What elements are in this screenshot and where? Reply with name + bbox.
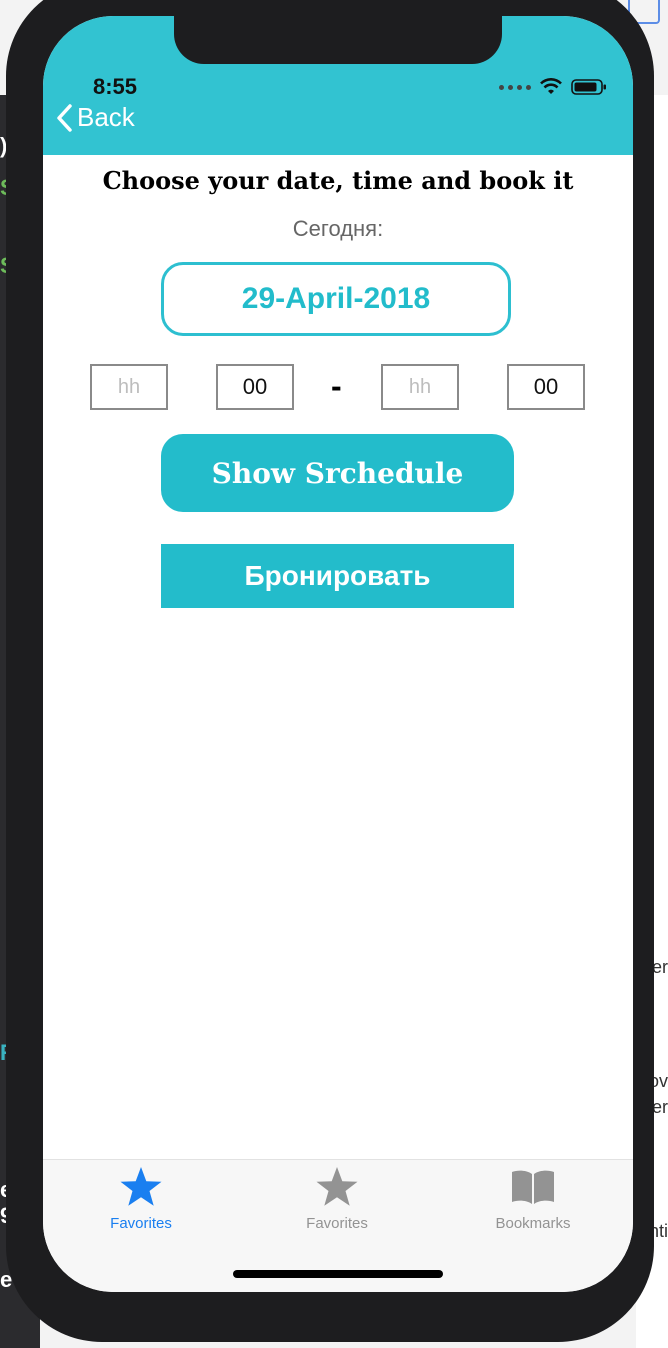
end-hour-input[interactable]: hh	[381, 364, 459, 410]
start-minute-input[interactable]: 00	[216, 364, 294, 410]
phone-notch	[174, 16, 502, 64]
star-icon	[316, 1167, 358, 1206]
book-button[interactable]: Бронировать	[161, 544, 514, 608]
chevron-left-icon	[57, 103, 72, 132]
tab-label: Bookmarks	[495, 1215, 571, 1232]
home-indicator	[233, 1270, 443, 1278]
phone-screen: 8:55 Back Choose your date, time and boo…	[43, 16, 633, 1292]
tab-bar: Favorites Favorites Bookmarks	[43, 1159, 633, 1292]
end-minute-input[interactable]: 00	[507, 364, 585, 410]
inspector-fragment: er	[651, 957, 668, 977]
page-title: Choose your date, time and book it	[102, 166, 574, 195]
time-separator: -	[331, 368, 342, 404]
battery-icon	[571, 79, 606, 95]
wifi-icon	[540, 78, 562, 94]
tab-bookmarks[interactable]: Bookmarks	[453, 1166, 613, 1232]
date-picker-field[interactable]: 29-April-2018	[161, 262, 511, 336]
status-time: 8:55	[93, 74, 138, 99]
book-icon	[512, 1170, 554, 1204]
tab-label: Favorites	[306, 1215, 368, 1232]
inspector-fragment: er	[651, 1097, 668, 1117]
back-button[interactable]: Back	[55, 102, 135, 133]
tab-favorites-active[interactable]: Favorites	[61, 1166, 221, 1232]
tab-favorites[interactable]: Favorites	[257, 1166, 417, 1232]
start-hour-input[interactable]: hh	[90, 364, 168, 410]
back-label: Back	[77, 102, 135, 132]
status-icons	[499, 78, 607, 96]
signal-icon	[499, 84, 531, 90]
tab-label: Favorites	[110, 1215, 172, 1232]
star-icon	[120, 1167, 162, 1206]
show-schedule-button[interactable]: Show Srchedule	[161, 434, 514, 512]
today-label: Сегодня:	[292, 216, 384, 241]
phone-frame: 8:55 Back Choose your date, time and boo…	[6, 0, 654, 1342]
